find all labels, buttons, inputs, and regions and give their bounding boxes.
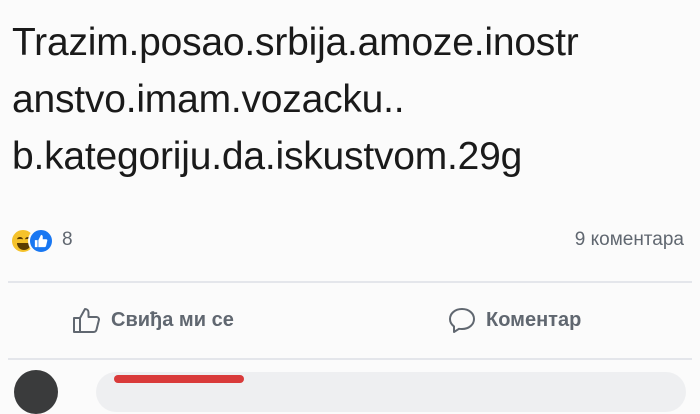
post-text: Trazim.posao.srbija.amoze.inostr anstvo.… bbox=[12, 14, 692, 185]
divider bbox=[8, 281, 692, 283]
comment-button[interactable]: Коментар bbox=[447, 300, 581, 340]
divider bbox=[8, 358, 692, 360]
comment-preview[interactable] bbox=[96, 372, 686, 412]
comment-button-label: Коментар bbox=[486, 308, 582, 331]
reactions-bar: 8 9 коментара bbox=[10, 226, 690, 258]
avatar[interactable] bbox=[14, 370, 58, 414]
like-reaction-icon bbox=[28, 228, 54, 254]
comment-bubble-icon bbox=[447, 306, 477, 334]
post-text-line: b.kategoriju.da.iskustvom.29g bbox=[12, 135, 523, 178]
reaction-icons[interactable] bbox=[10, 228, 70, 258]
redaction-mark bbox=[114, 375, 244, 383]
post-text-line: anstvo.imam.vozacku.. bbox=[12, 78, 405, 121]
post-text-line: Trazim.posao.srbija.amoze.inostr bbox=[12, 21, 579, 64]
reaction-count[interactable]: 8 bbox=[62, 229, 73, 251]
comment-count[interactable]: 9 коментара bbox=[575, 229, 684, 251]
like-button-label: Свиђа ми се bbox=[111, 308, 234, 331]
like-button[interactable]: Свиђа ми се bbox=[72, 300, 234, 340]
thumbs-up-icon bbox=[72, 306, 102, 334]
